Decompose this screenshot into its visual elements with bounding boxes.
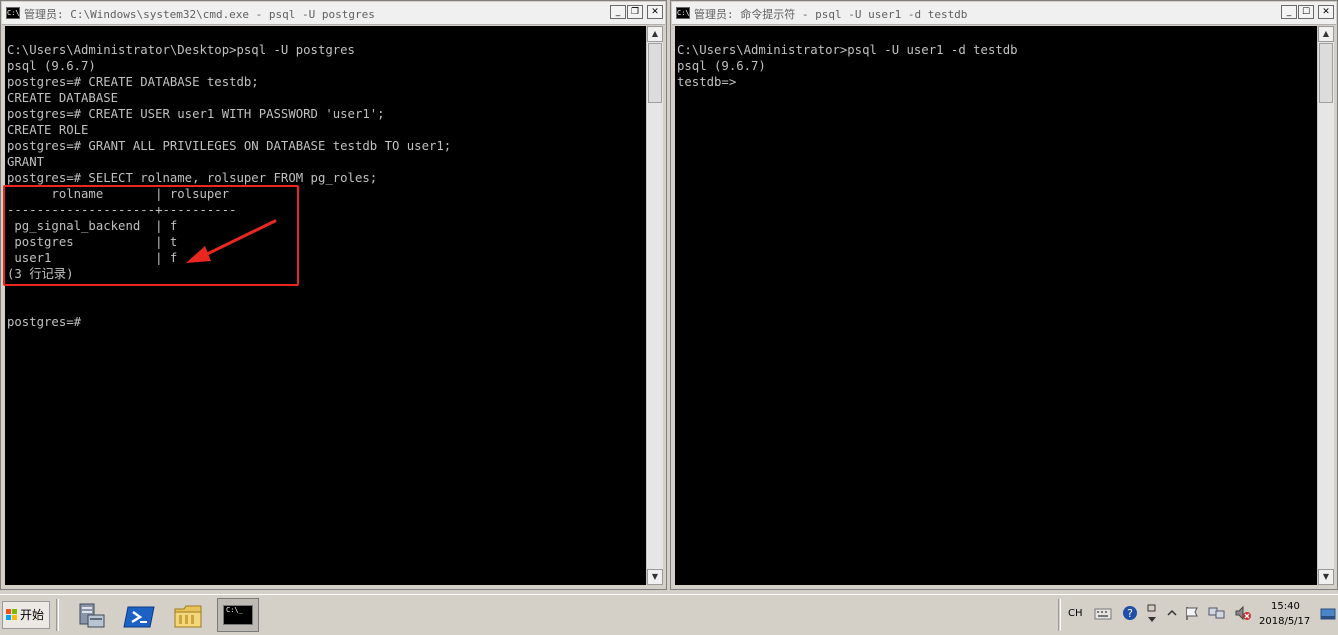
explorer-folder-icon[interactable] — [171, 601, 207, 631]
cmd-window-testdb[interactable]: C:\ 管理员: 命令提示符 - psql -U user1 -d testdb… — [670, 0, 1338, 590]
restore-button[interactable]: ❐ — [627, 5, 643, 19]
clock-date[interactable]: 2018/5/17 — [1259, 616, 1310, 627]
volume-muted-icon[interactable] — [1234, 605, 1252, 621]
vertical-scrollbar[interactable]: ▲ ▼ — [646, 26, 663, 585]
window-title: 管理员: C:\Windows\system32\cmd.exe - psql … — [24, 8, 375, 21]
console-line: psql (9.6.7) — [7, 59, 96, 73]
start-label: 开始 — [20, 608, 45, 622]
cmd-window-postgres[interactable]: C:\ 管理员: C:\Windows\system32\cmd.exe - p… — [0, 0, 667, 590]
console-line: GRANT — [7, 155, 45, 169]
console-line: postgres=# SELECT rolname, rolsuper FROM… — [7, 171, 378, 185]
show-hidden-icons-icon[interactable] — [1166, 607, 1178, 619]
minimize-button[interactable]: _ — [610, 5, 626, 19]
language-indicator[interactable]: CH — [1068, 608, 1083, 619]
scroll-down-arrow-icon[interactable]: ▼ — [647, 569, 663, 585]
close-button[interactable]: ✕ — [647, 5, 663, 19]
cmd-icon: C:\_ — [223, 605, 253, 625]
windows-logo-icon — [6, 609, 18, 621]
scroll-down-arrow-icon[interactable]: ▼ — [1318, 569, 1334, 585]
console-line: C:\Users\Administrator\Desktop>psql -U p… — [7, 43, 355, 57]
tray-separator — [1058, 599, 1061, 631]
vertical-scrollbar[interactable]: ▲ ▼ — [1317, 26, 1334, 585]
console-text: C:\Users\Administrator>psql -U user1 -d … — [675, 26, 1317, 90]
title-bar[interactable]: C:\ 管理员: 命令提示符 - psql -U user1 -d testdb… — [672, 2, 1336, 25]
console-line: C:\Users\Administrator>psql -U user1 -d … — [677, 43, 1018, 57]
svg-text:?: ? — [1127, 607, 1133, 620]
scroll-thumb[interactable] — [648, 43, 662, 103]
console-line: postgres=# GRANT ALL PRIVILEGES ON DATAB… — [7, 139, 452, 153]
taskbar: 开始 C:\_ CH ? 15:40 2018/5/17 — [0, 594, 1338, 635]
clock-time[interactable]: 15:40 — [1271, 601, 1300, 612]
console-line: psql (9.6.7) — [677, 59, 766, 73]
powershell-icon[interactable] — [122, 601, 158, 631]
network-icon[interactable] — [1208, 605, 1226, 621]
console-line: postgres=# CREATE DATABASE testdb; — [7, 75, 259, 89]
taskbar-separator — [56, 599, 59, 631]
console-line: postgres=# — [7, 315, 82, 329]
close-button[interactable]: ✕ — [1318, 5, 1334, 19]
server-manager-icon[interactable] — [74, 601, 110, 631]
start-button[interactable]: 开始 — [2, 601, 50, 629]
title-bar[interactable]: C:\ 管理员: C:\Windows\system32\cmd.exe - p… — [2, 2, 665, 25]
minimize-button[interactable]: _ — [1281, 5, 1297, 19]
keyboard-icon[interactable] — [1094, 605, 1112, 621]
window-title: 管理员: 命令提示符 - psql -U user1 -d testdb — [694, 8, 968, 21]
console-output[interactable]: C:\Users\Administrator>psql -U user1 -d … — [675, 26, 1317, 585]
cmd-icon: C:\ — [6, 7, 20, 19]
input-options-icon[interactable] — [1146, 602, 1158, 626]
action-center-flag-icon[interactable] — [1184, 605, 1200, 621]
help-icon[interactable]: ? — [1122, 605, 1138, 621]
scroll-up-arrow-icon[interactable]: ▲ — [647, 26, 663, 42]
console-line: CREATE DATABASE — [7, 91, 119, 105]
system-tray: CH ? 15:40 2018/5/17 — [1058, 597, 1338, 633]
cmd-icon: C:\ — [676, 7, 690, 19]
console-line: testdb=> — [677, 75, 737, 89]
annotation-highlight-box — [3, 185, 299, 286]
scroll-thumb[interactable] — [1319, 43, 1333, 103]
console-line: postgres=# CREATE USER user1 WITH PASSWO… — [7, 107, 385, 121]
show-desktop-icon[interactable] — [1320, 607, 1336, 621]
scroll-up-arrow-icon[interactable]: ▲ — [1318, 26, 1334, 42]
cmd-taskbar-button[interactable]: C:\_ — [217, 598, 259, 632]
maximize-button[interactable]: ☐ — [1298, 5, 1314, 19]
console-line: CREATE ROLE — [7, 123, 89, 137]
console-output[interactable]: C:\Users\Administrator\Desktop>psql -U p… — [5, 26, 646, 585]
